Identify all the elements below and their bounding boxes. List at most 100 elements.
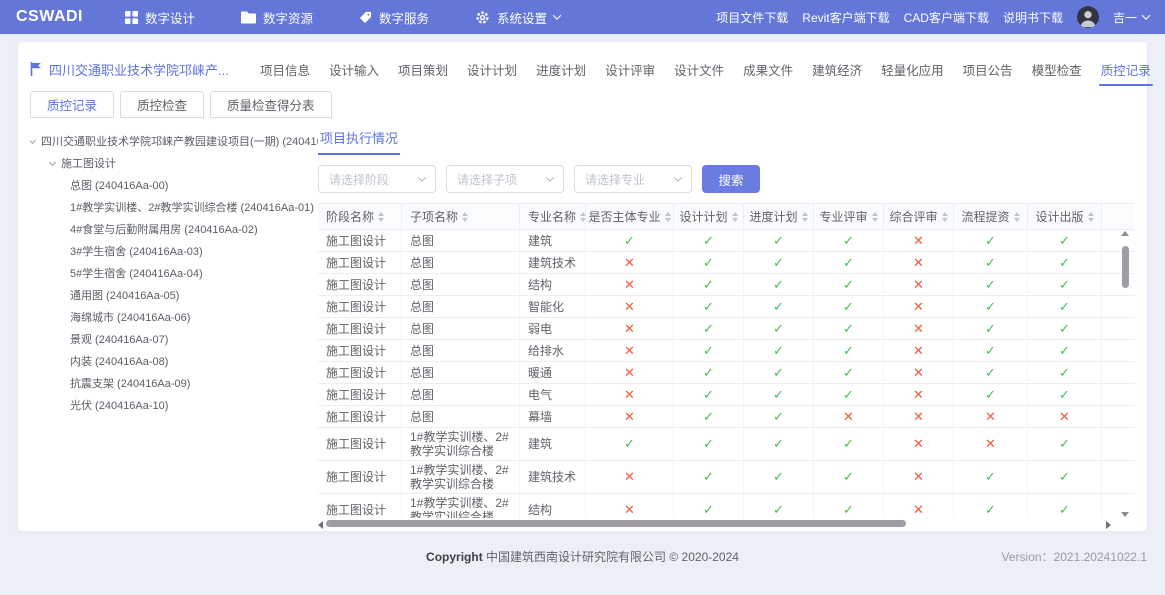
sort-icon[interactable] [802,212,808,222]
app-logo[interactable]: CSWADI [16,8,83,26]
page-footer: Copyright 中国建筑西南设计研究院有限公司 © 2020-2024 Ve… [0,531,1165,595]
tab-schedule-plan[interactable]: 进度计划 [534,52,588,86]
nav-menu-digital-resource[interactable]: 数字资源 [241,8,313,27]
vertical-scrollbar[interactable] [1119,231,1131,517]
check-icon: ✓ [1059,503,1070,517]
cell-flag: ✕ [586,362,674,383]
cell-flag: ✓ [814,340,884,361]
tab-project-info[interactable]: 项目信息 [258,52,312,86]
tree-node-subproject[interactable]: 海绵城市 (240416Aa-06) [30,306,318,328]
subtab-qc-check[interactable]: 质控检查 [120,91,204,118]
tree-node-stage[interactable]: 施工图设计 [30,152,318,174]
link-cad-client-download[interactable]: CAD客户端下载 [904,9,989,26]
caret-down-icon[interactable] [30,136,36,143]
link-revit-client-download[interactable]: Revit客户端下载 [802,9,889,26]
cross-icon: ✕ [624,410,635,424]
cell-text: 施工图设计 [318,252,402,273]
link-manual-download[interactable]: 说明书下载 [1003,9,1063,26]
tree-node-subproject[interactable]: 通用图 (240416Aa-05) [30,284,318,306]
subtab-quality-score-sheet[interactable]: 质量检查得分表 [210,91,332,118]
caret-down-icon[interactable] [49,158,56,165]
cell-text: 建筑技术 [520,252,586,273]
cross-icon: ✕ [624,256,635,270]
user-menu[interactable]: 吉一 [1113,9,1149,26]
search-button[interactable]: 搜索 [702,165,760,193]
select-stage[interactable]: 请选择阶段 [318,165,436,193]
sort-icon[interactable] [1088,212,1094,222]
tree-node-subproject[interactable]: 光伏 (240416Aa-10) [30,394,318,416]
cell-flag: ✓ [1028,340,1102,361]
chevron-down-icon [553,11,561,19]
column-header-9: 流程提资 [954,204,1028,229]
vertical-scroll-thumb[interactable] [1122,246,1129,288]
sort-icon[interactable] [462,212,468,222]
tab-model-check[interactable]: 模型检查 [1030,52,1084,86]
select-subitem[interactable]: 请选择子项 [446,165,564,193]
tree-node-subproject[interactable]: 景观 (240416Aa-07) [30,328,318,350]
check-icon: ✓ [1059,470,1070,484]
nav-menu-digital-service[interactable]: 数字服务 [359,8,429,27]
check-icon: ✓ [773,410,784,424]
tab-design-input[interactable]: 设计输入 [327,52,381,86]
tree-node-subproject[interactable]: 3#学生宿舍 (240416Aa-03) [30,240,318,262]
user-avatar[interactable] [1077,6,1099,28]
cell-flag: ✓ [814,384,884,405]
nav-menu-digital-design[interactable]: 数字设计 [125,8,195,27]
cross-icon: ✕ [624,470,635,484]
horizontal-scrollbar[interactable] [318,520,1135,530]
subtab-qc-records[interactable]: 质控记录 [30,91,114,118]
sort-icon[interactable] [378,212,384,222]
sort-icon[interactable] [665,212,671,222]
tab-deliverables[interactable]: 成果文件 [741,52,795,86]
sort-icon[interactable] [872,212,878,222]
check-icon: ✓ [703,234,714,248]
cell-flag: ✕ [586,384,674,405]
cell-text: 暖通 [520,362,586,383]
sort-icon[interactable] [942,212,948,222]
cell-text: 总图 [402,340,520,361]
check-icon: ✓ [703,470,714,484]
scroll-down-arrow[interactable] [1121,512,1129,517]
check-icon: ✓ [703,437,714,451]
column-header-5: 设计计划 [674,204,744,229]
sort-icon[interactable] [1014,212,1020,222]
tree-node-subproject[interactable]: 内装 (240416Aa-08) [30,350,318,372]
cross-icon: ✕ [913,366,924,380]
sort-icon[interactable] [732,212,738,222]
tab-project-notice[interactable]: 项目公告 [961,52,1015,86]
cell-text: 总图 [402,318,520,339]
tree-node-subproject[interactable]: 4#食堂与后勤附属用房 (240416Aa-02) [30,218,318,240]
tree-node-subproject[interactable]: 抗震支架 (240416Aa-09) [30,372,318,394]
table-row: 施工图设计总图给排水✕✓✓✓✕✓✓ [318,340,1135,362]
check-icon: ✓ [703,256,714,270]
tree-node-subproject[interactable]: 1#教学实训楼、2#教学实训综合楼 (240416Aa-01) [30,196,318,218]
cell-flag: ✓ [814,274,884,295]
cell-flag: ✓ [814,318,884,339]
top-navbar: CSWADI 数字设计 数字资源 数字服务 系统设置 项目文件下载 Revit客户端下载… [0,0,1165,34]
tab-project-execution-status[interactable]: 项目执行情况 [318,128,400,155]
tab-design-plan[interactable]: 设计计划 [465,52,519,86]
scroll-left-arrow[interactable] [318,521,323,529]
check-icon: ✓ [773,344,784,358]
tree-node-subproject[interactable]: 5#学生宿舍 (240416Aa-04) [30,262,318,284]
tab-lightweight-app[interactable]: 轻量化应用 [879,52,946,86]
chevron-down-icon [418,173,426,181]
tab-qc-records[interactable]: 质控记录 [1099,52,1153,86]
tree-node-project-root[interactable]: 四川交通职业技术学院邛崃产教园建设项目(一期) (240416Aa) [30,130,318,152]
horizontal-scroll-thumb[interactable] [326,520,906,527]
check-icon: ✓ [773,388,784,402]
link-project-file-download[interactable]: 项目文件下载 [716,9,788,26]
select-major[interactable]: 请选择专业 [574,165,692,193]
scroll-right-arrow[interactable] [1106,521,1111,529]
check-icon: ✓ [985,388,996,402]
tab-design-review[interactable]: 设计评审 [603,52,657,86]
project-title[interactable]: 四川交通职业技术学院邛崃产... [30,60,258,79]
check-icon: ✓ [985,234,996,248]
tab-design-files[interactable]: 设计文件 [672,52,726,86]
tab-project-planning[interactable]: 项目策划 [396,52,450,86]
scroll-up-arrow[interactable] [1121,231,1129,236]
tree-node-subproject[interactable]: 总图 (240416Aa-00) [30,174,318,196]
tab-building-economy[interactable]: 建筑经济 [810,52,864,86]
check-icon: ✓ [985,256,996,270]
nav-menu-system-settings[interactable]: 系统设置 [475,8,560,27]
